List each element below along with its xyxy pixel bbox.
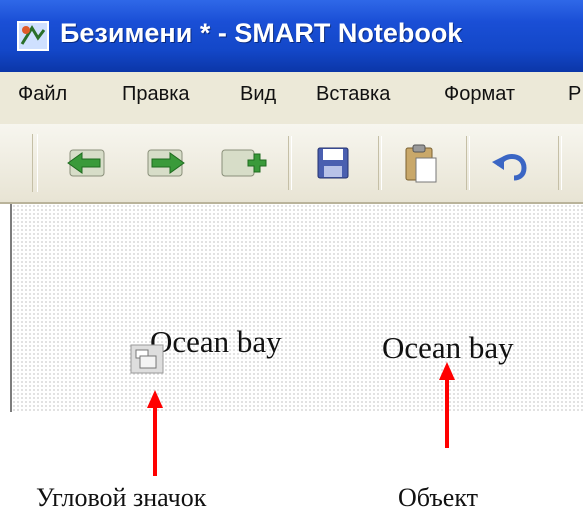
toolbar bbox=[0, 124, 583, 204]
menu-view[interactable]: Вид bbox=[240, 83, 276, 106]
menu-edit[interactable]: Правка bbox=[122, 83, 190, 106]
undo-icon bbox=[492, 154, 527, 181]
toolbar-separator bbox=[466, 136, 470, 190]
add-page-button[interactable] bbox=[214, 136, 268, 190]
toolbar-separator bbox=[288, 136, 292, 190]
corner-icon-caption: Угловой значок bbox=[36, 483, 207, 512]
paste-button[interactable] bbox=[394, 136, 448, 190]
menu-file[interactable]: Файл bbox=[18, 83, 67, 106]
back-button[interactable] bbox=[60, 136, 114, 190]
title-bar: Безимени * - SMART Notebook bbox=[0, 0, 583, 72]
menu-partial[interactable]: Р bbox=[568, 83, 581, 106]
add-page-icon bbox=[221, 149, 267, 177]
save-icon bbox=[317, 147, 349, 179]
save-button[interactable] bbox=[306, 136, 360, 190]
toolbar-separator bbox=[558, 136, 562, 190]
toolbar-separator bbox=[378, 136, 382, 190]
window-title: Безимени * - SMART Notebook bbox=[60, 18, 463, 48]
paste-icon bbox=[405, 144, 437, 183]
arrow-left-icon bbox=[67, 149, 105, 177]
toolbar-grip[interactable] bbox=[32, 134, 38, 192]
red-arrow-icon bbox=[439, 362, 455, 448]
arrow-right-icon bbox=[147, 149, 185, 177]
menu-insert[interactable]: Вставка bbox=[316, 83, 390, 106]
smart-notebook-icon bbox=[17, 21, 49, 51]
selected-text-object[interactable]: Ocean bay bbox=[150, 324, 282, 360]
notebook-page[interactable] bbox=[10, 204, 583, 412]
menu-format[interactable]: Формат bbox=[444, 83, 515, 106]
red-arrow-icon bbox=[147, 390, 163, 476]
forward-button[interactable] bbox=[138, 136, 192, 190]
object-caption: Объект bbox=[398, 483, 478, 512]
corner-menu-icon[interactable] bbox=[130, 344, 164, 374]
undo-button[interactable] bbox=[484, 136, 538, 190]
menu-bar: Файл Правка Вид Вставка Формат Р bbox=[0, 72, 583, 125]
